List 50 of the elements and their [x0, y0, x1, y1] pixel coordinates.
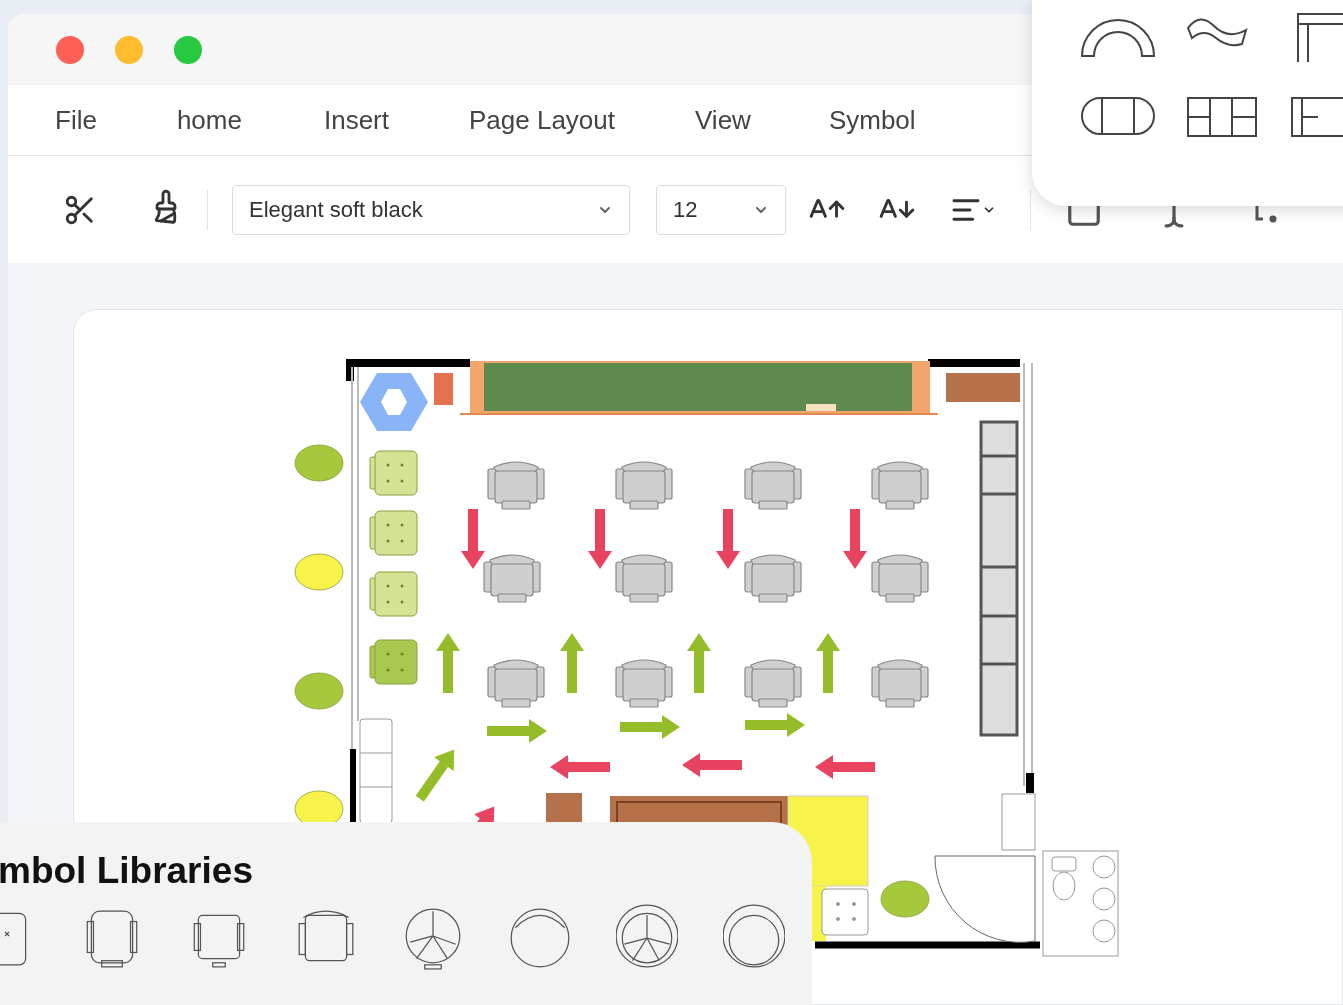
chair-icon: [369, 450, 418, 496]
chair-icon: [369, 510, 418, 556]
window-control[interactable]: [56, 35, 84, 64]
arrow-icon: [815, 755, 875, 779]
arrow-icon: [487, 719, 547, 743]
stool-icon: [880, 880, 930, 918]
toilet-icon: [1042, 850, 1119, 957]
arrow-icon: [745, 713, 805, 737]
arrow-icon: [687, 633, 711, 693]
arrow-icon: [620, 715, 680, 739]
arrow-icon: [415, 749, 455, 802]
arrow-icon: [560, 633, 584, 693]
armchair-icon: [487, 659, 545, 708]
menu-item[interactable]: File: [55, 100, 97, 140]
arrow-icon: [716, 509, 740, 569]
arrow-icon: [436, 633, 460, 693]
armchair-icon: [615, 554, 673, 603]
menu-item[interactable]: Insert: [323, 100, 389, 140]
arrow-icon: [461, 509, 485, 569]
font-dropdown[interactable]: Elegant soft black: [232, 184, 630, 235]
font-size-dropdown[interactable]: 12: [656, 184, 786, 235]
stool-icon: [294, 553, 344, 591]
armchair-icon: [615, 659, 673, 708]
sink-icon: [1001, 793, 1036, 851]
cabinet: [434, 373, 453, 405]
arrow-icon: [550, 755, 610, 779]
armchair-icon: [744, 659, 802, 708]
chair-icon: [369, 639, 418, 685]
arrow-icon: [816, 633, 840, 693]
hexagon-shape: [360, 373, 428, 431]
arrow-icon: [588, 509, 612, 569]
menu-item[interactable]: Symbol: [828, 100, 916, 140]
armchair-icon: [871, 554, 929, 603]
chair-icon: [369, 571, 418, 617]
armchair-icon: [871, 461, 929, 510]
stool-icon: [294, 672, 344, 710]
armchair-icon: [871, 659, 929, 708]
panel-title: mbol Libraries: [0, 852, 254, 889]
armchair-icon: [615, 461, 673, 510]
stool-icon: [294, 444, 344, 482]
chair-icon: [821, 888, 869, 936]
menu-item[interactable]: home: [176, 100, 242, 140]
arrow-icon: [682, 753, 742, 777]
armchair-icon: [744, 554, 802, 603]
menu-item[interactable]: Page Layout: [469, 100, 615, 140]
armchair-icon: [744, 461, 802, 510]
menu-item[interactable]: View: [695, 100, 751, 140]
armchair-icon: [487, 461, 545, 510]
arrow-icon: [843, 509, 867, 569]
armchair-icon: [483, 554, 541, 603]
